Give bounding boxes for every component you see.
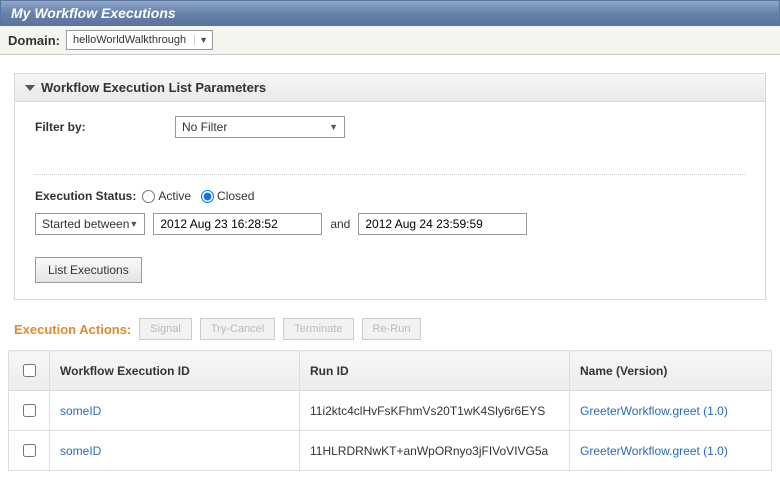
terminate-button[interactable]: Terminate <box>283 318 353 340</box>
date-mode-value: Started between <box>42 217 129 231</box>
date-from-input[interactable] <box>153 213 322 235</box>
run-id-text: 11HLRDRNwKT+anWpORnyo3jFIVoVIVG5a <box>300 431 570 471</box>
filter-label: Filter by: <box>35 120 175 134</box>
list-executions-button[interactable]: List Executions <box>35 257 142 283</box>
col-name-version[interactable]: Name (Version) <box>570 351 772 391</box>
collapse-icon <box>25 85 35 91</box>
status-active-radio[interactable]: Active <box>142 189 191 203</box>
domain-label: Domain: <box>8 33 60 48</box>
executions-table: Workflow Execution ID Run ID Name (Versi… <box>8 350 772 471</box>
date-to-input[interactable] <box>358 213 527 235</box>
page-title: My Workflow Executions <box>0 0 780 26</box>
select-all-checkbox[interactable] <box>23 364 36 377</box>
chevron-down-icon: ▼ <box>329 122 338 132</box>
workflow-id-link[interactable]: someID <box>60 404 101 418</box>
filter-select[interactable]: No Filter ▼ <box>175 116 345 138</box>
domain-select[interactable]: helloWorldWalkthrough ▼ <box>66 30 213 50</box>
re-run-button[interactable]: Re-Run <box>362 318 422 340</box>
try-cancel-button[interactable]: Try-Cancel <box>200 318 275 340</box>
col-workflow-id[interactable]: Workflow Execution ID <box>50 351 300 391</box>
table-row: someID 11HLRDRNwKT+anWpORnyo3jFIVoVIVG5a… <box>9 431 772 471</box>
panel-header[interactable]: Workflow Execution List Parameters <box>15 74 765 102</box>
workflow-name-link[interactable]: GreeterWorkflow.greet (1.0) <box>580 404 728 418</box>
parameters-panel: Workflow Execution List Parameters Filte… <box>14 73 766 300</box>
row-checkbox[interactable] <box>23 404 36 417</box>
run-id-text: 11i2ktc4clHvFsKFhmVs20T1wK4Sly6r6EYS <box>300 391 570 431</box>
workflow-id-link[interactable]: someID <box>60 444 101 458</box>
domain-value: helloWorldWalkthrough <box>73 34 186 46</box>
chevron-down-icon: ▼ <box>129 219 138 229</box>
domain-bar: Domain: helloWorldWalkthrough ▼ <box>0 26 780 55</box>
col-run-id[interactable]: Run ID <box>300 351 570 391</box>
panel-title: Workflow Execution List Parameters <box>41 80 266 95</box>
filter-value: No Filter <box>182 120 227 134</box>
row-checkbox[interactable] <box>23 444 36 457</box>
date-mode-select[interactable]: Started between ▼ <box>35 213 145 235</box>
workflow-name-link[interactable]: GreeterWorkflow.greet (1.0) <box>580 444 728 458</box>
status-closed-radio[interactable]: Closed <box>201 189 254 203</box>
status-closed-text: Closed <box>217 189 254 203</box>
status-label: Execution Status: <box>35 189 136 203</box>
status-active-text: Active <box>158 189 191 203</box>
chevron-down-icon: ▼ <box>194 35 208 45</box>
date-and-text: and <box>330 217 350 231</box>
table-row: someID 11i2ktc4clHvFsKFhmVs20T1wK4Sly6r6… <box>9 391 772 431</box>
actions-label: Execution Actions: <box>14 322 131 337</box>
signal-button[interactable]: Signal <box>139 318 192 340</box>
